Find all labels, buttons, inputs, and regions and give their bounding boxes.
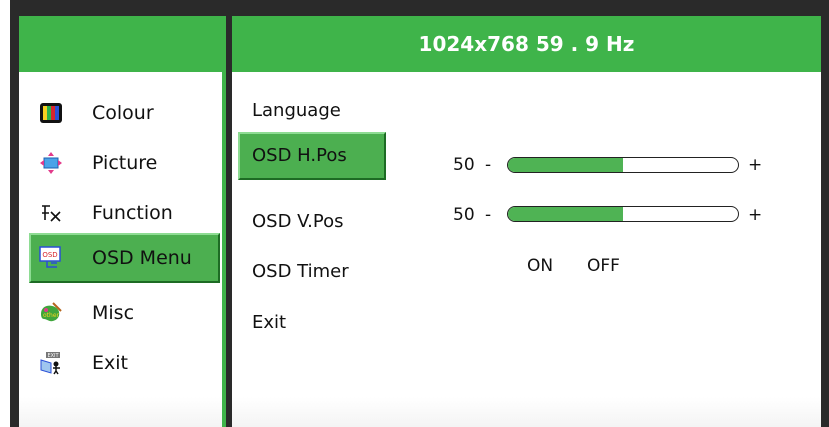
- sidebar-item-function[interactable]: Function: [19, 190, 222, 236]
- h-pos-plus[interactable]: +: [748, 155, 762, 175]
- exit-label: Exit: [252, 312, 287, 333]
- sidebar-item-colour[interactable]: Colour: [19, 90, 222, 136]
- h-pos-minus[interactable]: -: [485, 155, 491, 175]
- svg-text:other: other: [43, 312, 60, 319]
- menu-row-osd-v-pos[interactable]: OSD V.Pos: [232, 199, 432, 247]
- timer-on-option[interactable]: ON: [527, 256, 553, 276]
- language-label: Language: [252, 100, 341, 121]
- sidebar-item-label: Exit: [92, 352, 128, 374]
- sidebar-item-label: Function: [92, 202, 173, 224]
- osd-icon: OSD: [39, 246, 61, 268]
- menu-row-osd-timer[interactable]: OSD Timer: [232, 249, 432, 297]
- sidebar-item-label: OSD Menu: [92, 247, 192, 269]
- function-icon: [42, 205, 61, 222]
- picture-position-icon: [40, 152, 62, 174]
- h-pos-slider[interactable]: [507, 157, 739, 173]
- osd-v-pos-label: OSD V.Pos: [252, 211, 344, 232]
- timer-off-option[interactable]: OFF: [587, 256, 620, 276]
- sidebar-item-misc[interactable]: other Misc: [19, 290, 222, 336]
- sidebar: Colour Picture Function OSD OSD Menu oth…: [19, 16, 222, 427]
- exit-icon: EXIT: [40, 352, 60, 375]
- sidebar-item-picture[interactable]: Picture: [19, 140, 222, 186]
- sidebar-item-exit[interactable]: EXIT Exit: [19, 340, 222, 386]
- v-pos-slider[interactable]: [507, 206, 739, 222]
- h-pos-slider-fill: [508, 158, 623, 172]
- sidebar-header: [19, 16, 222, 72]
- v-pos-minus[interactable]: -: [485, 205, 491, 225]
- menu-row-exit[interactable]: Exit: [232, 300, 432, 348]
- menu-row-language[interactable]: Language: [232, 88, 432, 136]
- v-pos-slider-fill: [508, 207, 623, 221]
- sidebar-item-label: Colour: [92, 102, 154, 124]
- resolution-title: 1024x768 59 . 9 Hz: [232, 16, 821, 72]
- sidebar-item-label: Misc: [92, 302, 135, 324]
- osd-timer-label: OSD Timer: [252, 261, 349, 282]
- sidebar-item-label: Picture: [92, 152, 158, 174]
- sidebar-footer: [19, 397, 222, 427]
- svg-text:EXIT: EXIT: [47, 353, 59, 359]
- svg-text:OSD: OSD: [42, 251, 57, 259]
- v-pos-plus[interactable]: +: [748, 205, 762, 225]
- colour-bars-icon: [40, 103, 62, 123]
- misc-palette-icon: other: [41, 302, 62, 322]
- v-pos-value: 50: [453, 205, 475, 225]
- osd-h-pos-label: OSD H.Pos: [252, 145, 347, 166]
- sidebar-item-osd-menu[interactable]: OSD OSD Menu: [29, 233, 220, 283]
- osd-menu-panel: 1024x768 59 . 9 Hz Language OSD H.Pos 50…: [232, 16, 821, 427]
- osd-window: Colour Picture Function OSD OSD Menu oth…: [0, 0, 829, 427]
- menu-row-osd-h-pos[interactable]: OSD H.Pos: [238, 132, 386, 180]
- h-pos-value: 50: [453, 155, 475, 175]
- panel-footer: [232, 397, 821, 427]
